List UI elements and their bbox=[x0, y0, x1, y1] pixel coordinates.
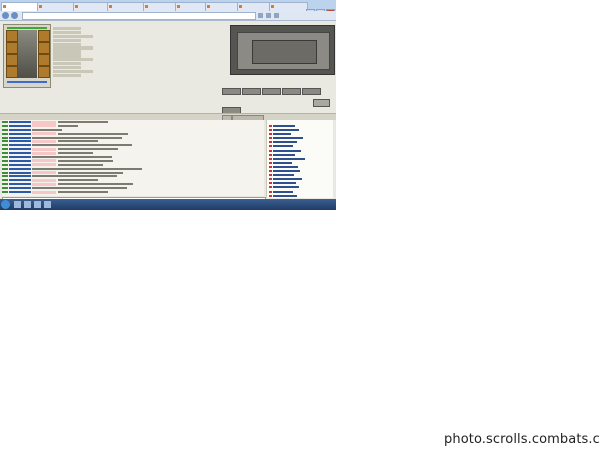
mana-bar bbox=[7, 81, 47, 83]
tab-favicon-icon bbox=[109, 5, 112, 8]
browser-toolbar bbox=[0, 11, 336, 21]
online-users-list bbox=[266, 120, 333, 198]
location-button[interactable] bbox=[282, 88, 301, 95]
equipment-slot[interactable] bbox=[38, 66, 50, 78]
tab-favicon-icon bbox=[39, 5, 42, 8]
equipment-slot[interactable] bbox=[6, 54, 18, 66]
browser-tab[interactable] bbox=[37, 2, 78, 11]
browser-tab[interactable] bbox=[269, 2, 308, 11]
location-button[interactable] bbox=[262, 88, 281, 95]
character-panel bbox=[3, 24, 51, 88]
location-button[interactable] bbox=[222, 88, 241, 95]
avatar bbox=[17, 30, 37, 78]
equipment-slot[interactable] bbox=[6, 66, 18, 78]
menu-icon[interactable] bbox=[274, 13, 279, 18]
location-frame-inner bbox=[252, 40, 317, 64]
window-controls bbox=[305, 1, 335, 16]
tab-favicon-icon bbox=[3, 5, 6, 8]
equipment-slot[interactable] bbox=[6, 42, 18, 54]
equipment-slot[interactable] bbox=[38, 54, 50, 66]
taskbar-app-icon[interactable] bbox=[44, 201, 51, 208]
tab-favicon-icon bbox=[75, 5, 78, 8]
location-button[interactable] bbox=[242, 88, 261, 95]
watermark: photo.scrolls.combats.com bbox=[444, 432, 600, 447]
taskbar-app-icon[interactable] bbox=[14, 201, 21, 208]
tab-favicon-icon bbox=[207, 5, 210, 8]
game-window bbox=[0, 21, 336, 202]
location-image[interactable] bbox=[230, 25, 335, 75]
forward-icon[interactable] bbox=[11, 12, 18, 19]
equipment-slot[interactable] bbox=[38, 42, 50, 54]
tab-favicon-icon bbox=[145, 5, 148, 8]
browser-tab[interactable] bbox=[107, 2, 148, 11]
location-frame bbox=[237, 32, 330, 70]
chat-log bbox=[2, 120, 264, 196]
browser-tab[interactable] bbox=[1, 2, 42, 11]
home-icon[interactable] bbox=[266, 13, 271, 18]
browser-tabstrip bbox=[0, 0, 336, 16]
equipment-slot[interactable] bbox=[38, 30, 50, 42]
tab-favicon-icon bbox=[177, 5, 180, 8]
taskbar-app-icon[interactable] bbox=[34, 201, 41, 208]
stats-list bbox=[53, 27, 99, 78]
list-item[interactable] bbox=[267, 194, 333, 198]
os-taskbar bbox=[0, 199, 336, 210]
location-buttons bbox=[222, 80, 334, 114]
address-bar[interactable] bbox=[22, 12, 256, 20]
action-button[interactable] bbox=[313, 99, 330, 107]
bookmark-icon[interactable] bbox=[258, 13, 263, 18]
chat-toolbar bbox=[0, 113, 336, 121]
equipment-slot[interactable] bbox=[6, 30, 18, 42]
start-button[interactable] bbox=[1, 200, 10, 209]
tab-favicon-icon bbox=[271, 5, 274, 8]
location-button[interactable] bbox=[302, 88, 321, 95]
list-item bbox=[2, 190, 264, 194]
hp-bar bbox=[7, 27, 47, 29]
taskbar-app-icon[interactable] bbox=[24, 201, 31, 208]
back-icon[interactable] bbox=[2, 12, 9, 19]
screenshot-thumbnail bbox=[0, 0, 336, 210]
tab-favicon-icon bbox=[239, 5, 242, 8]
